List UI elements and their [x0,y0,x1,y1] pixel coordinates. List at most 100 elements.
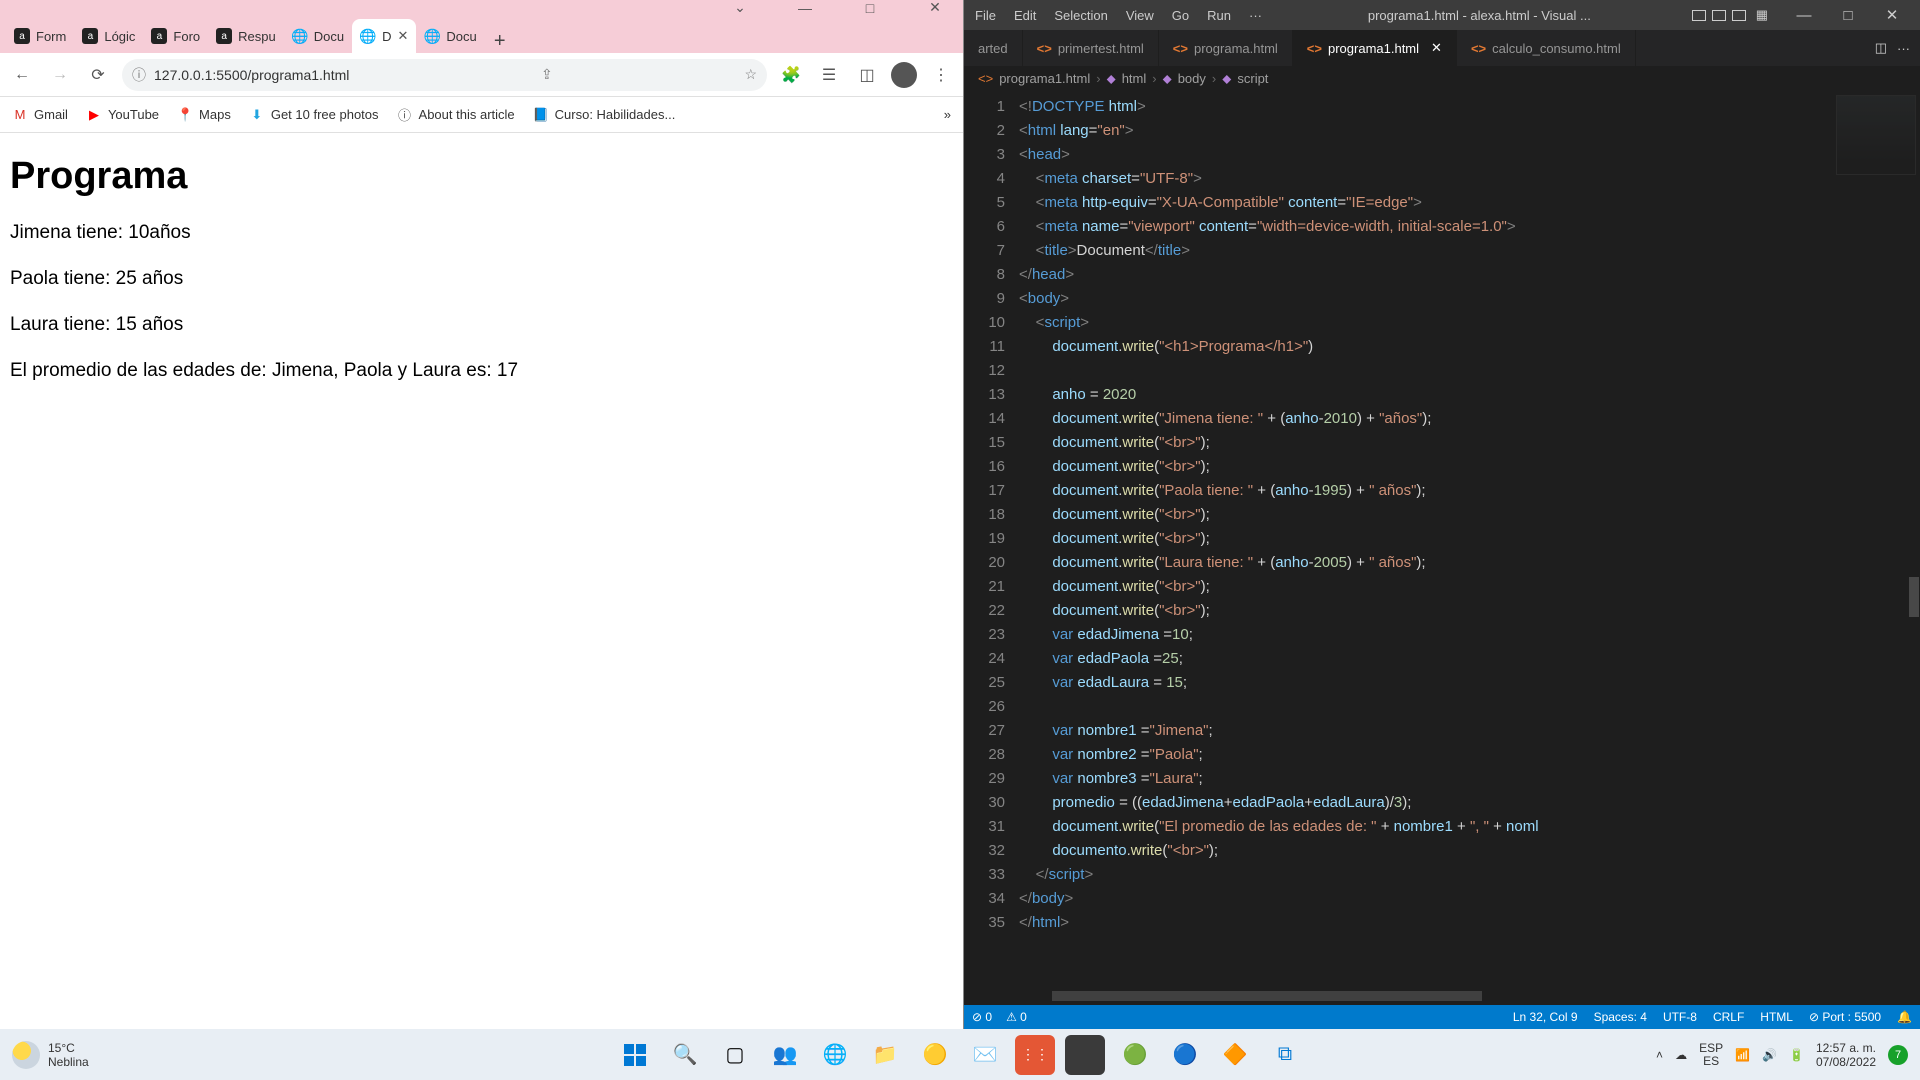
edge-icon[interactable]: 🌐 [815,1035,855,1075]
bookmark-icon: ▶ [86,107,102,123]
layout-controls[interactable]: ▦ [1692,7,1768,23]
task-view-icon[interactable]: ▢ [715,1035,755,1075]
indent-status[interactable]: Spaces: 4 [1594,1010,1647,1024]
profile-avatar[interactable] [891,62,917,88]
chrome-icon[interactable]: 🟡 [915,1035,955,1075]
warnings-count[interactable]: ⚠ 0 [1006,1010,1027,1024]
app-icon[interactable]: 🔶 [1215,1035,1255,1075]
bookmark-item[interactable]: ⓘAbout this article [397,107,515,123]
vscode-titlebar[interactable]: FileEditSelectionViewGoRun··· programa1.… [964,0,1920,30]
chrome-canary-icon[interactable]: 🔵 [1165,1035,1205,1075]
browser-tab[interactable]: 🌐Docu [284,19,352,53]
errors-count[interactable]: ⊘ 0 [972,1010,992,1024]
minimize-icon[interactable]: — [785,0,825,16]
bookmark-item[interactable]: MGmail [12,107,68,123]
url-input[interactable]: ⓘ 127.0.0.1:5500/programa1.html ⇪ ☆ [122,59,767,91]
share-icon[interactable]: ⇪ [541,66,553,83]
sidepanel-icon[interactable]: ◫ [853,61,881,89]
browser-tab[interactable]: aForm [6,19,74,53]
tray-chevron-icon[interactable]: ˄ [1656,1048,1663,1062]
breadcrumb-item[interactable]: html [1122,71,1147,86]
bookmark-item[interactable]: 📍Maps [177,107,231,123]
editor-tab[interactable]: <>primertest.html [1023,30,1159,66]
panel-toggle-icon[interactable] [1712,10,1726,21]
dropdown-icon[interactable]: ⌄ [720,0,760,16]
tab-close-icon[interactable]: ✕ [1431,40,1442,56]
code-area[interactable]: <!DOCTYPE html><html lang="en"><head> <m… [1019,91,1920,991]
menu-item[interactable]: File [970,6,1001,25]
horizontal-scrollbar[interactable] [964,991,1920,1005]
wifi-icon[interactable]: 📶 [1735,1048,1750,1062]
kebab-menu-icon[interactable]: ⋮ [927,61,955,89]
notes-icon[interactable] [1065,1035,1105,1075]
onedrive-icon[interactable]: ☁ [1675,1048,1687,1062]
minimize-button[interactable]: — [1782,0,1826,30]
vertical-scrollbar[interactable] [1906,91,1920,991]
browser-titlebar[interactable]: ⌄ — □ ✕ [0,0,963,15]
weather-widget[interactable]: 15°CNeblina [12,1041,89,1069]
close-icon[interactable]: ✕ [915,0,955,16]
site-info-icon[interactable]: ⓘ [132,65,146,85]
bookmark-item[interactable]: 📘Curso: Habilidades... [533,107,676,123]
back-button[interactable]: ← [8,61,36,89]
editor-tab[interactable]: <>programa.html [1159,30,1293,66]
extensions-icon[interactable]: 🧩 [777,61,805,89]
maximize-icon[interactable]: □ [850,0,890,16]
code-editor[interactable]: 1234567891011121314151617181920212223242… [964,91,1920,991]
language-indicator[interactable]: ESPES [1699,1042,1723,1068]
browser-tab[interactable]: aForo [143,19,208,53]
editor-tab[interactable]: <>calculo_consumo.html [1457,30,1636,66]
panel-toggle-icon[interactable] [1692,10,1706,21]
editor-tab[interactable]: <>programa1.html✕ [1293,30,1457,66]
browser-tab[interactable]: 🌐D✕ [352,19,416,53]
clock[interactable]: 12:57 a. m.07/08/2022 [1816,1041,1876,1069]
menu-item[interactable]: Run [1202,6,1236,25]
explorer-icon[interactable]: 📁 [865,1035,905,1075]
breadcrumb-item[interactable]: body [1178,71,1206,86]
bookmarks-overflow-icon[interactable]: » [944,107,951,122]
maximize-button[interactable]: □ [1826,0,1870,30]
tab-close-icon[interactable]: ✕ [397,28,408,44]
vscode-icon[interactable]: ⧉ [1265,1035,1305,1075]
more-actions-icon[interactable]: ··· [1897,41,1910,56]
bookmark-star-icon[interactable]: ☆ [744,66,757,83]
encoding-status[interactable]: UTF-8 [1663,1010,1697,1024]
language-mode[interactable]: HTML [1760,1010,1793,1024]
editor-tab[interactable]: arted [964,30,1023,66]
forward-button[interactable]: → [46,61,74,89]
new-tab-button[interactable]: + [485,30,515,53]
split-editor-icon[interactable]: ◫ [1875,40,1887,56]
menu-item[interactable]: View [1121,6,1159,25]
start-button[interactable] [615,1035,655,1075]
menu-item[interactable]: Edit [1009,6,1041,25]
cursor-position[interactable]: Ln 32, Col 9 [1513,1010,1578,1024]
minimap[interactable] [1836,95,1916,175]
reload-button[interactable]: ⟳ [84,61,112,89]
browser-tab[interactable]: 🌐Docu [416,19,484,53]
search-icon[interactable]: 🔍 [665,1035,705,1075]
teams-icon[interactable]: 👥 [765,1035,805,1075]
browser-tab[interactable]: aRespu [208,19,284,53]
notification-badge[interactable]: 7 [1888,1045,1908,1065]
breadcrumb[interactable]: <> programa1.html ›⬥ html ›⬥ body ›⬥ scr… [964,66,1920,91]
menu-item[interactable]: ··· [1244,6,1267,25]
breadcrumb-item[interactable]: script [1237,71,1268,86]
spotify-icon[interactable]: 🟢 [1115,1035,1155,1075]
bookmark-item[interactable]: ▶YouTube [86,107,159,123]
breadcrumb-item[interactable]: programa1.html [999,71,1090,86]
menu-item[interactable]: Go [1167,6,1194,25]
browser-tab[interactable]: aLógic [74,19,143,53]
app-icon[interactable]: ⋮⋮ [1015,1035,1055,1075]
mail-icon[interactable]: ✉️ [965,1035,1005,1075]
eol-status[interactable]: CRLF [1713,1010,1744,1024]
live-server-port[interactable]: ⊘ Port : 5500 [1809,1010,1881,1024]
panel-toggle-icon[interactable] [1732,10,1746,21]
notifications-icon[interactable]: 🔔 [1897,1010,1912,1024]
menu-item[interactable]: Selection [1049,6,1112,25]
close-button[interactable]: ✕ [1870,0,1914,30]
reading-list-icon[interactable]: ☰ [815,61,843,89]
layout-icon[interactable]: ▦ [1756,7,1768,23]
battery-icon[interactable]: 🔋 [1789,1048,1804,1062]
bookmark-item[interactable]: ⬇Get 10 free photos [249,107,379,123]
volume-icon[interactable]: 🔊 [1762,1048,1777,1062]
